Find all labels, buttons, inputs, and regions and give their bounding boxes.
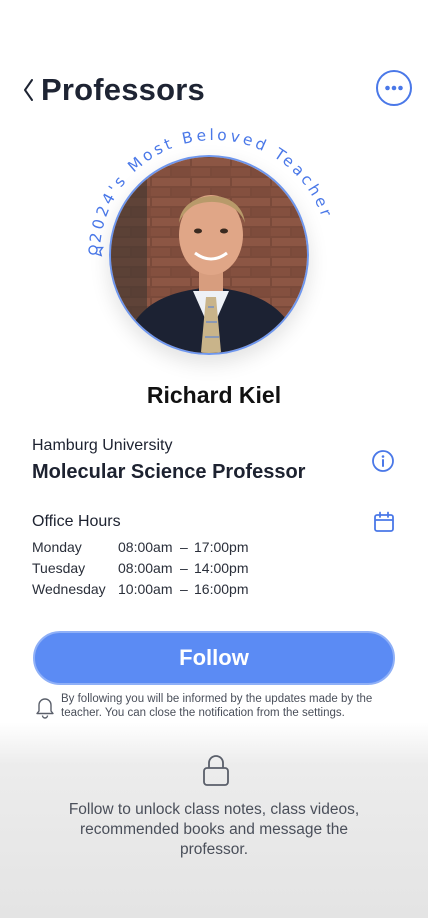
end-time: 17:00pm bbox=[194, 539, 249, 555]
start-time: 10:00am bbox=[118, 581, 173, 597]
office-hours-table: Monday 08:00am – 17:00pm Tuesday 08:00am… bbox=[32, 539, 292, 602]
follow-notice: By following you will be informed by the… bbox=[32, 692, 402, 724]
office-hours-row: Monday 08:00am – 17:00pm bbox=[32, 539, 292, 560]
office-hours-row: Tuesday 08:00am – 14:00pm bbox=[32, 560, 292, 581]
back-button[interactable] bbox=[22, 78, 36, 102]
award-icon bbox=[88, 245, 104, 257]
info-icon bbox=[372, 450, 394, 472]
end-time: 16:00pm bbox=[194, 581, 249, 597]
start-time: 08:00am bbox=[118, 539, 173, 555]
day-label: Wednesday bbox=[32, 581, 106, 597]
bell-icon bbox=[36, 698, 54, 719]
start-time: 08:00am bbox=[118, 560, 173, 576]
office-hours-row: Wednesday 10:00am – 16:00pm bbox=[32, 581, 292, 602]
more-horizontal-icon bbox=[385, 85, 403, 91]
university-name: Hamburg University bbox=[32, 437, 173, 454]
locked-content-panel: Follow to unlock class notes, class vide… bbox=[0, 722, 428, 918]
avatar bbox=[109, 155, 309, 355]
day-label: Monday bbox=[32, 539, 82, 555]
end-time: 14:00pm bbox=[194, 560, 249, 576]
professor-photo bbox=[111, 157, 307, 353]
locked-message: Follow to unlock class notes, class vide… bbox=[68, 801, 360, 858]
office-hours-title: Office Hours bbox=[32, 513, 121, 530]
lock-icon bbox=[203, 755, 229, 786]
notice-text: By following you will be informed by the… bbox=[61, 693, 373, 719]
info-button[interactable] bbox=[371, 449, 395, 473]
day-label: Tuesday bbox=[32, 560, 86, 576]
follow-button[interactable]: Follow bbox=[33, 631, 395, 685]
chevron-left-icon bbox=[24, 79, 33, 101]
professor-role: Molecular Science Professor bbox=[32, 461, 306, 483]
header: Professors bbox=[0, 68, 428, 112]
more-options-button[interactable] bbox=[376, 70, 412, 106]
time-dash: – bbox=[180, 581, 188, 597]
page-title: Professors bbox=[41, 72, 205, 107]
time-dash: – bbox=[180, 560, 188, 576]
calendar-icon bbox=[374, 511, 394, 532]
time-dash: – bbox=[180, 539, 188, 555]
calendar-button[interactable] bbox=[372, 510, 396, 534]
profile-picture-section: 2024's Most Beloved Teacher bbox=[80, 126, 348, 374]
professor-name: Richard Kiel bbox=[146, 382, 282, 408]
